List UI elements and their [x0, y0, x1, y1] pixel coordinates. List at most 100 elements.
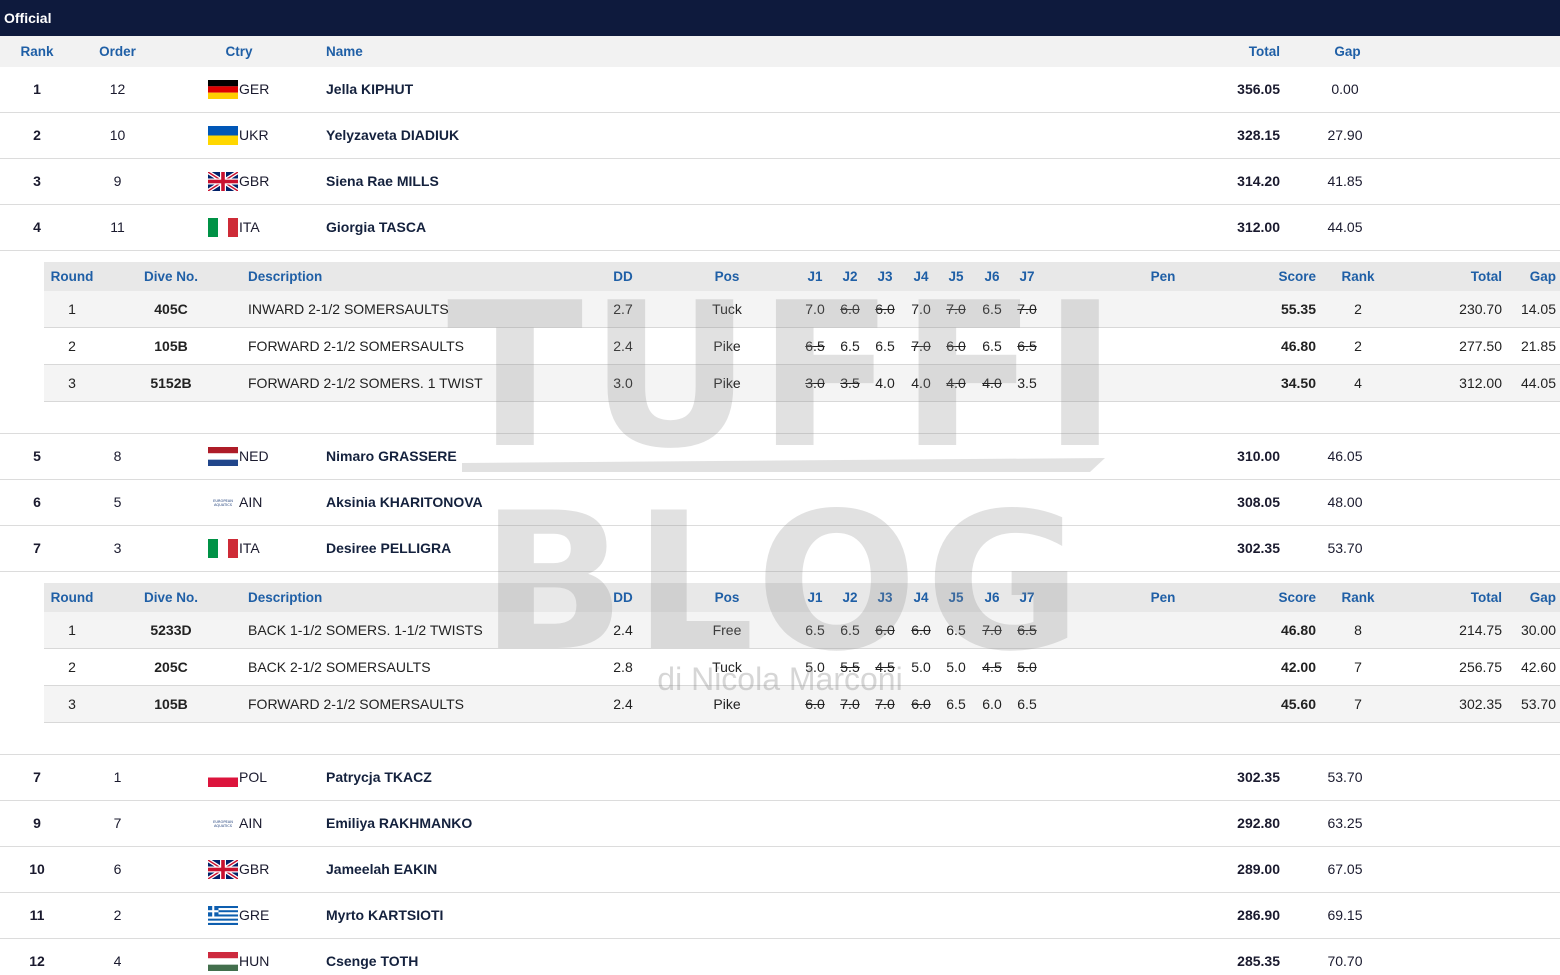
dive-header-pos: Pos: [714, 590, 740, 605]
dive-running-total: 277.50: [1459, 338, 1502, 354]
athlete-row[interactable]: 4 11 ITA Giorgia TASCA 312.00 44.05: [0, 205, 1560, 251]
athlete-total: 308.05: [1237, 494, 1280, 510]
athlete-name[interactable]: Aksinia KHARITONOVA: [326, 494, 483, 510]
judge-score-4: 5.0: [911, 659, 931, 675]
dive-position: Tuck: [712, 301, 742, 317]
dive-row: 3 105B FORWARD 2-1/2 SOMERSAULTS 2.4 Pike 6.0…: [44, 686, 1560, 723]
athlete-total: 302.35: [1237, 769, 1280, 785]
dive-header-round: Round: [50, 269, 94, 284]
athlete-name[interactable]: Yelyzaveta DIADIUK: [326, 127, 459, 143]
athlete-name[interactable]: Nimaro GRASSERE: [326, 448, 457, 464]
header-order[interactable]: Order: [80, 44, 155, 59]
athlete-name[interactable]: Giorgia TASCA: [326, 219, 426, 235]
dive-header-total: Total: [1470, 590, 1502, 605]
dive-gap: 14.05: [1520, 301, 1556, 317]
results-status-bar: Official: [0, 0, 1560, 36]
athlete-name[interactable]: Jella KIPHUT: [326, 81, 413, 97]
athlete-country: AIN: [239, 815, 263, 831]
header-total[interactable]: Total: [1180, 44, 1280, 59]
judge-score-4: 6.0: [911, 696, 931, 712]
dive-number: 5152B: [150, 375, 192, 391]
dive-rank: 8: [1354, 622, 1362, 638]
dive-header-score: Score: [1278, 269, 1316, 284]
flag-ned-icon: [208, 447, 238, 466]
dive-description: BACK 1-1/2 SOMERS. 1-1/2 TWISTS: [248, 622, 483, 638]
dive-header-j7: J7: [1019, 590, 1035, 605]
athlete-rank: 12: [29, 953, 45, 969]
dive-header-pen: Pen: [1150, 590, 1176, 605]
dive-difficulty: 2.8: [613, 659, 633, 675]
athlete-rank: 7: [33, 769, 41, 785]
athlete-order: 6: [113, 861, 122, 877]
athlete-gap: 46.05: [1327, 448, 1363, 464]
header-rank[interactable]: Rank: [0, 44, 74, 59]
dive-rank: 4: [1354, 375, 1362, 391]
athlete-name[interactable]: Siena Rae MILLS: [326, 173, 439, 189]
dive-header-total: Total: [1470, 269, 1502, 284]
dive-header-rank: Rank: [1341, 590, 1375, 605]
dive-header-round: Round: [50, 590, 94, 605]
athlete-gap: 27.90: [1327, 127, 1363, 143]
judge-score-4: 6.0: [911, 622, 931, 638]
athlete-gap: 41.85: [1327, 173, 1363, 189]
dive-header-description: Description: [248, 269, 323, 284]
header-gap[interactable]: Gap: [1305, 44, 1390, 59]
athlete-name[interactable]: Desiree PELLIGRA: [326, 540, 451, 556]
status-title: Official: [4, 10, 52, 26]
judge-score-1: 6.0: [805, 696, 825, 712]
dive-header-j5: J5: [948, 590, 964, 605]
results-table-header: Rank Order Ctry Name Total Gap: [0, 36, 1560, 67]
athlete-row: 2 10 UKR Yelyzaveta DIADIUK 328.15 27.90: [0, 113, 1560, 159]
dive-header-j2: J2: [842, 590, 858, 605]
judge-score-3: 4.0: [875, 375, 895, 391]
results-table-body: 1 12 GER Jella KIPHUT 356.05 0.00 2 10 UKR Yelyza…: [0, 67, 1560, 975]
dive-round: 2: [68, 338, 76, 354]
dive-score: 34.50: [1280, 375, 1316, 391]
judge-score-7: 6.5: [1017, 696, 1037, 712]
dive-difficulty: 2.7: [613, 301, 633, 317]
athlete-gap: 0.00: [1331, 81, 1359, 97]
judge-score-4: 7.0: [911, 338, 931, 354]
dive-number: 105B: [154, 696, 188, 712]
athlete-order: 7: [113, 815, 122, 831]
athlete-rank: 4: [33, 219, 41, 235]
dive-rank: 2: [1354, 338, 1362, 354]
athlete-country: HUN: [239, 953, 270, 969]
dive-score: 45.60: [1280, 696, 1316, 712]
dive-header-j2: J2: [842, 269, 858, 284]
athlete-row: 5 8 NED Nimaro GRASSERE 310.00 46.05: [0, 434, 1560, 480]
athlete-row[interactable]: 7 3 ITA Desiree PELLIGRA 302.35 53.70: [0, 526, 1560, 572]
dive-round: 1: [68, 622, 76, 638]
dive-running-total: 214.75: [1459, 622, 1502, 638]
dive-description: INWARD 2-1/2 SOMERSAULTS: [248, 301, 449, 317]
athlete-name[interactable]: Emiliya RAKHMANKO: [326, 815, 472, 831]
header-name[interactable]: Name: [326, 44, 363, 59]
athlete-rank: 10: [29, 861, 45, 877]
dive-position: Free: [712, 622, 742, 638]
svg-text:AQUATICS: AQUATICS: [214, 503, 233, 507]
dive-header-j6: J6: [984, 590, 1000, 605]
judge-score-2: 6.5: [840, 622, 860, 638]
athlete-total: 302.35: [1237, 540, 1280, 556]
athlete-name[interactable]: Patrycja TKACZ: [326, 769, 432, 785]
dive-header-j6: J6: [984, 269, 1000, 284]
header-ctry[interactable]: Ctry: [208, 44, 270, 59]
judge-score-5: 6.5: [946, 622, 966, 638]
athlete-gap: 69.15: [1327, 907, 1363, 923]
dive-header-dd: DD: [613, 590, 633, 605]
dive-gap: 30.00: [1520, 622, 1556, 638]
athlete-name[interactable]: Jameelah EAKIN: [326, 861, 437, 877]
flag-ita-icon: [208, 539, 238, 558]
athlete-name[interactable]: Myrto KARTSIOTI: [326, 907, 443, 923]
athlete-gap: 53.70: [1327, 540, 1363, 556]
judge-score-5: 6.0: [946, 338, 966, 354]
judge-score-3: 6.0: [875, 301, 895, 317]
athlete-row: 7 1 POL Patrycja TKACZ 302.35 53.70: [0, 755, 1560, 801]
athlete-rank: 9: [33, 815, 41, 831]
athlete-total: 285.35: [1237, 953, 1280, 969]
dive-header-score: Score: [1278, 590, 1316, 605]
judge-score-6: 7.0: [982, 622, 1002, 638]
athlete-country: NED: [239, 448, 269, 464]
dive-number: 105B: [154, 338, 188, 354]
athlete-name[interactable]: Csenge TOTH: [326, 953, 418, 969]
